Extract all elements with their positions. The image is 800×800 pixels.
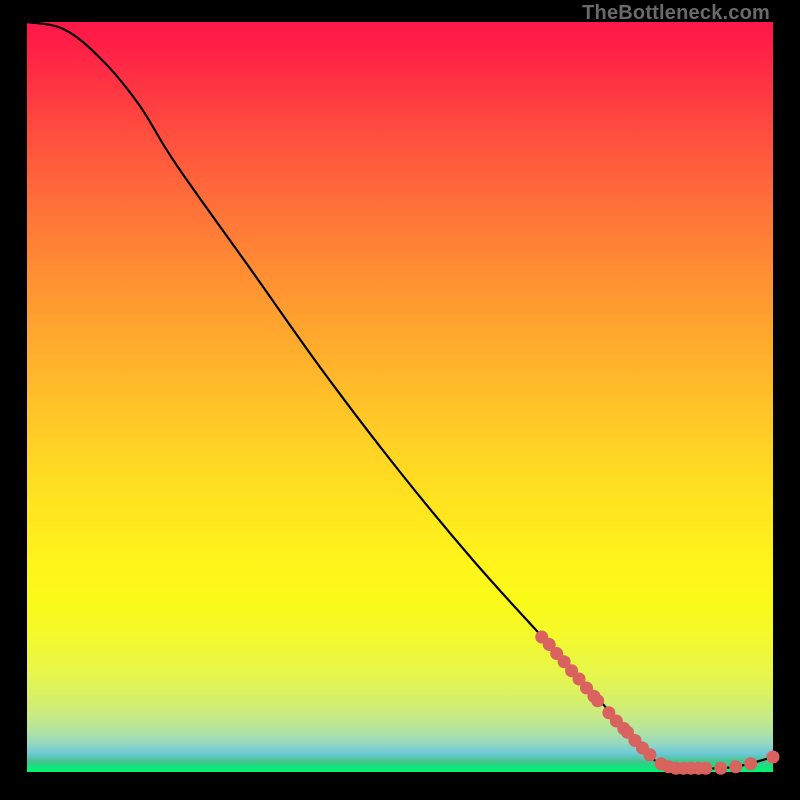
data-marker [699,762,712,775]
data-marker [744,757,757,770]
data-marker [643,748,656,761]
bottleneck-markers [535,631,779,775]
data-marker [729,760,742,773]
bottleneck-curve [27,22,773,769]
attribution-label: TheBottleneck.com [582,2,770,25]
data-marker [714,762,727,775]
chart-frame [27,22,773,772]
chart-svg [27,22,773,772]
data-marker [767,751,780,764]
data-marker [591,694,604,707]
